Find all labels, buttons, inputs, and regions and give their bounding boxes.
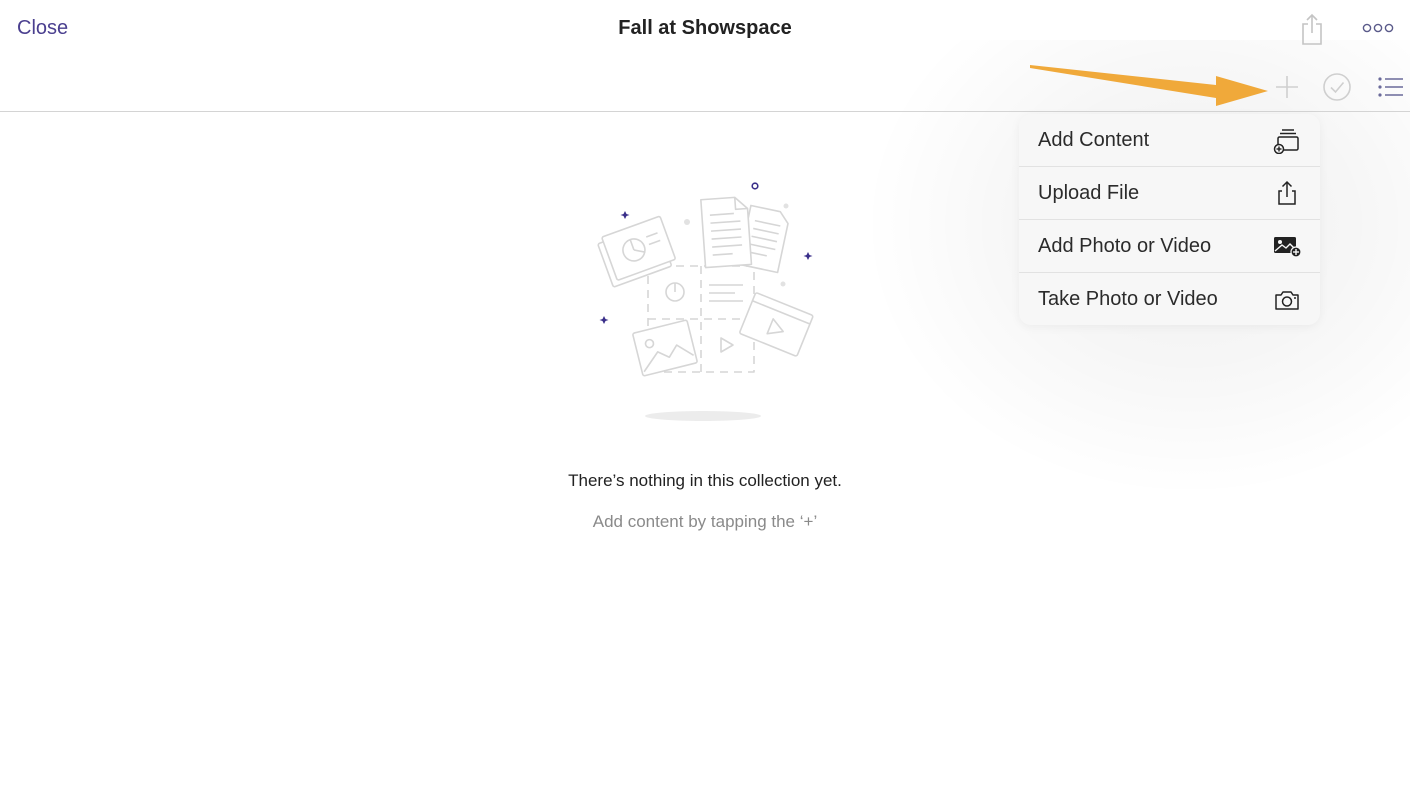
- menu-item-add-photo-video[interactable]: Add Photo or Video: [1019, 220, 1320, 273]
- photo-add-icon: [1272, 231, 1302, 261]
- list-icon[interactable]: [1376, 72, 1406, 102]
- collection-screen: Close Fall at Showspace Add Content Uplo…: [0, 0, 1410, 809]
- menu-item-label: Add Photo or Video: [1038, 234, 1212, 257]
- page-title: Fall at Showspace: [618, 17, 792, 39]
- menu-item-label: Upload File: [1038, 181, 1140, 204]
- menu-item-take-photo-video[interactable]: Take Photo or Video: [1019, 273, 1320, 325]
- upload-icon: [1272, 178, 1302, 208]
- checkmark-circle-icon[interactable]: [1322, 72, 1352, 102]
- menu-item-label: Add Content: [1038, 128, 1150, 151]
- add-content-icon: [1272, 125, 1302, 155]
- annotation-arrow: [1028, 56, 1278, 112]
- menu-item-upload-file[interactable]: Upload File: [1019, 167, 1320, 220]
- share-icon[interactable]: [1299, 12, 1325, 46]
- empty-state-subtitle: Add content by tapping the ‘+’: [592, 512, 818, 531]
- menu-item-label: Take Photo or Video: [1038, 288, 1218, 310]
- menu-item-add-content[interactable]: Add Content: [1019, 114, 1320, 167]
- empty-state-title: There’s nothing in this collection yet.: [568, 471, 842, 490]
- add-menu-popover: Add Content Upload File Add Photo or Vid…: [1019, 114, 1320, 325]
- camera-icon: [1272, 285, 1302, 315]
- more-icon[interactable]: [1362, 20, 1394, 36]
- empty-collection-illustration: [585, 170, 825, 430]
